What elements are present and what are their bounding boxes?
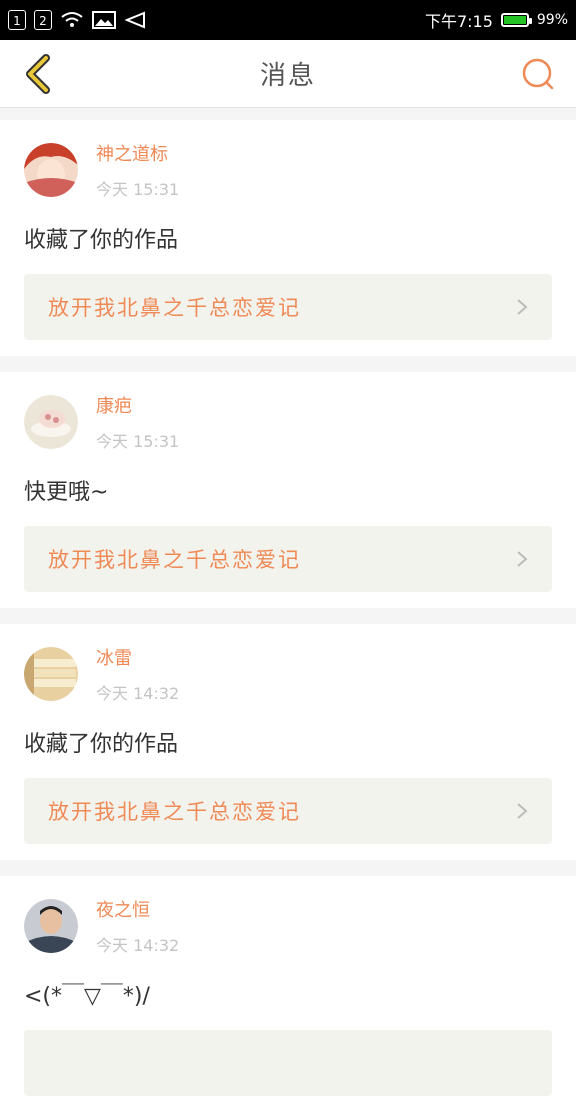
avatar[interactable] xyxy=(24,647,78,701)
page-title: 消息 xyxy=(259,61,316,91)
image-icon xyxy=(92,11,116,29)
chevron-left-icon xyxy=(26,53,50,94)
timestamp: 今天 15:31 xyxy=(96,180,180,199)
work-link[interactable] xyxy=(24,1030,552,1096)
avatar[interactable] xyxy=(24,143,78,197)
message-meta: 夜之恒 今天 14:32 xyxy=(96,896,179,956)
status-left: 1 2 xyxy=(8,10,146,30)
work-link[interactable]: 放开我北鼻之千总恋爱记 xyxy=(24,526,552,592)
battery-icon xyxy=(500,13,532,27)
chevron-right-icon xyxy=(517,299,528,315)
message-header: 康疤 今天 15:31 xyxy=(24,392,552,452)
search-button[interactable] xyxy=(518,54,558,94)
work-title: 放开我北鼻之千总恋爱记 xyxy=(48,548,301,572)
search-icon xyxy=(522,58,554,89)
message-card: 康疤 今天 15:31 快更哦~ 放开我北鼻之千总恋爱记 xyxy=(0,372,576,608)
chevron-right-icon xyxy=(517,803,528,819)
work-title: 放开我北鼻之千总恋爱记 xyxy=(48,296,301,320)
message-header: 冰雷 今天 14:32 xyxy=(24,644,552,704)
message-text: 收藏了你的作品 xyxy=(24,732,179,757)
message-text: 快更哦~ xyxy=(24,480,109,505)
chevron-right-icon xyxy=(517,551,528,567)
message-card: 神之道标 今天 15:31 收藏了你的作品 放开我北鼻之千总恋爱记 xyxy=(0,120,576,356)
work-link[interactable]: 放开我北鼻之千总恋爱记 xyxy=(24,778,552,844)
message-text: 收藏了你的作品 xyxy=(24,228,179,253)
username[interactable]: 神之道标 xyxy=(96,140,179,166)
battery-fill xyxy=(503,16,526,24)
nav-arrow-icon xyxy=(124,11,145,29)
clock: 下午7:15 xyxy=(424,12,493,31)
sim2-icon: 2 xyxy=(34,10,52,30)
message-meta: 康疤 今天 15:31 xyxy=(96,392,179,452)
app-header: 消息 xyxy=(0,40,576,108)
timestamp: 今天 14:32 xyxy=(96,936,180,955)
status-right: 下午7:15 99% xyxy=(425,8,568,32)
avatar[interactable] xyxy=(24,395,78,449)
message-card: 冰雷 今天 14:32 收藏了你的作品 放开我北鼻之千总恋爱记 xyxy=(0,624,576,860)
message-meta: 冰雷 今天 14:32 xyxy=(96,644,179,704)
username[interactable]: 康疤 xyxy=(96,392,179,418)
battery-percent: 99% xyxy=(536,12,568,28)
message-card: 夜之恒 今天 14:32 <(*￣▽￣*)/ xyxy=(0,876,576,1112)
username[interactable]: 冰雷 xyxy=(96,644,179,670)
timestamp: 今天 14:32 xyxy=(96,684,180,703)
wifi-icon xyxy=(61,12,83,27)
back-button[interactable] xyxy=(18,53,58,94)
message-meta: 神之道标 今天 15:31 xyxy=(96,140,179,200)
message-header: 夜之恒 今天 14:32 xyxy=(24,896,552,956)
status-bar: 1 2 下午7:15 99% xyxy=(0,0,576,40)
timestamp: 今天 15:31 xyxy=(96,432,180,451)
work-link[interactable]: 放开我北鼻之千总恋爱记 xyxy=(24,274,552,340)
work-title: 放开我北鼻之千总恋爱记 xyxy=(48,800,301,824)
sim1-icon: 1 xyxy=(8,10,26,30)
message-list: 神之道标 今天 15:31 收藏了你的作品 放开我北鼻之千总恋爱记 康疤 今天 … xyxy=(0,108,576,1112)
message-header: 神之道标 今天 15:31 xyxy=(24,140,552,200)
message-text: <(*￣▽￣*)/ xyxy=(24,984,150,1009)
username[interactable]: 夜之恒 xyxy=(96,896,179,922)
avatar[interactable] xyxy=(24,899,78,953)
